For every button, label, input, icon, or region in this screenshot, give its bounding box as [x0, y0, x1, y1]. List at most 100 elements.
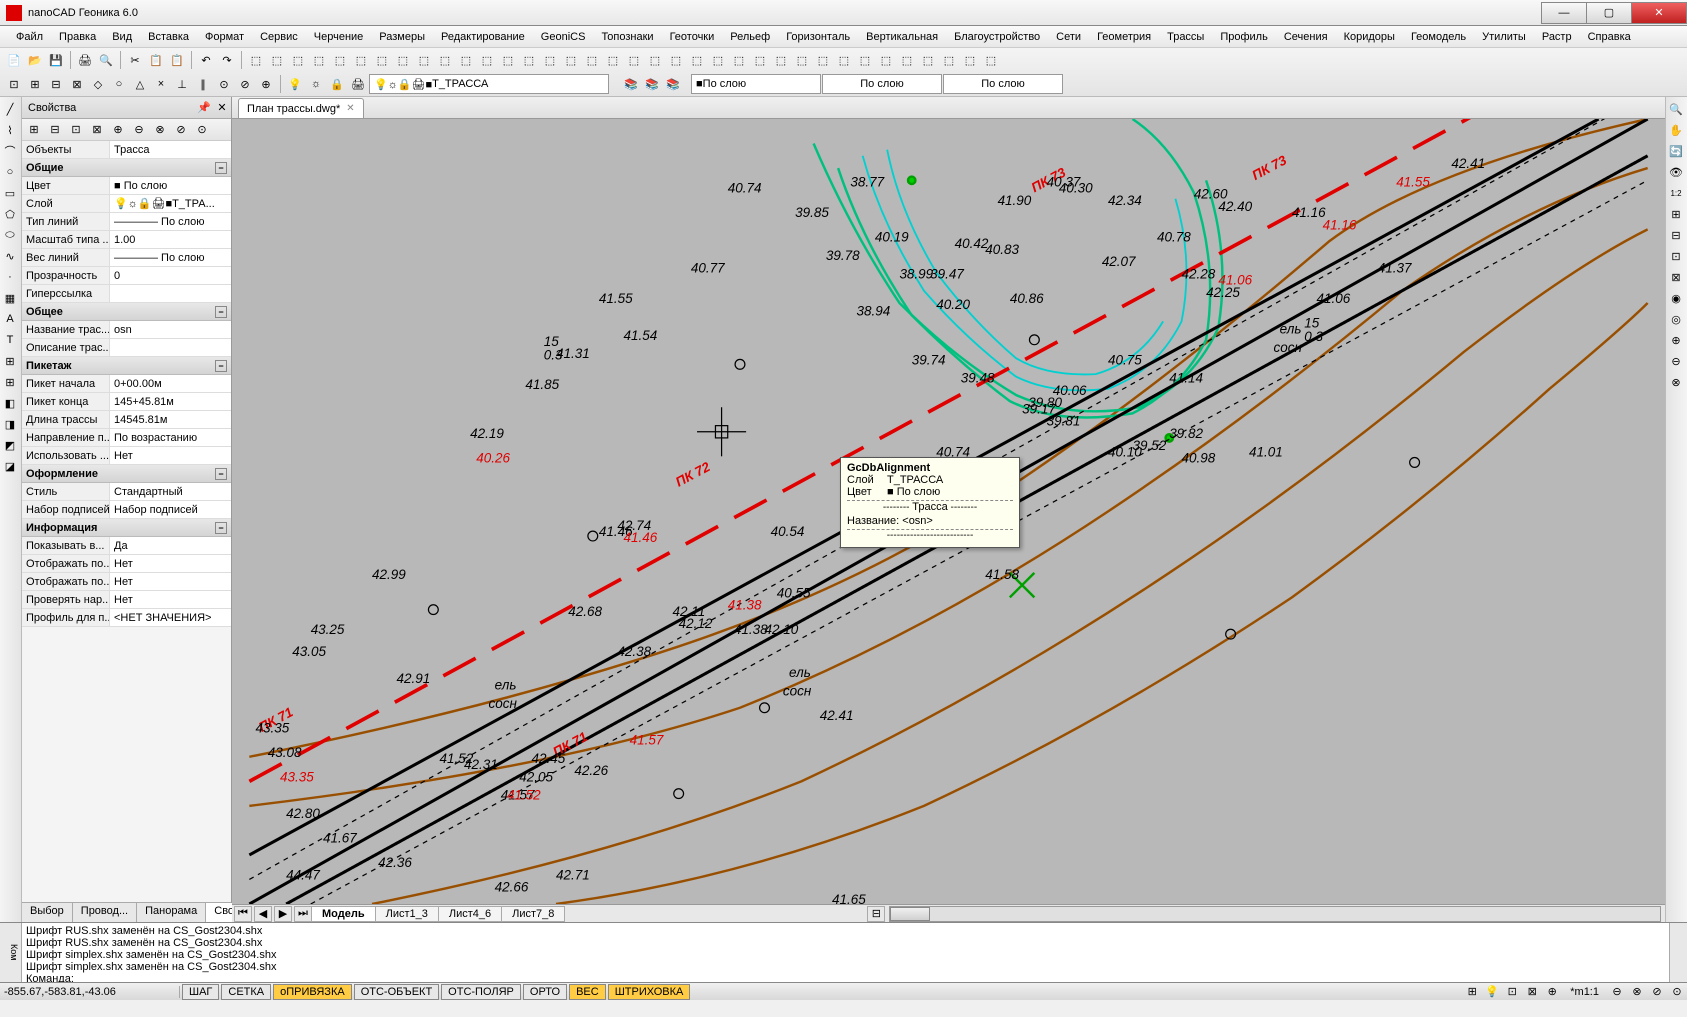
snap-icon[interactable]: ◇: [88, 74, 108, 94]
menu-рельеф[interactable]: Рельеф: [722, 28, 778, 46]
tab-nav-first-icon[interactable]: ⏮: [234, 906, 252, 922]
snap-icon[interactable]: ⊥: [172, 74, 192, 94]
draw-text-icon[interactable]: A: [0, 309, 20, 329]
new-icon[interactable]: 📄: [4, 50, 24, 70]
menu-профиль[interactable]: Профиль: [1212, 28, 1276, 46]
draw-tool-icon[interactable]: ◩: [0, 435, 20, 455]
draw-block-icon[interactable]: ⊞: [0, 351, 20, 371]
menu-геомодель[interactable]: Геомодель: [1403, 28, 1474, 46]
snap-icon[interactable]: ⊙: [214, 74, 234, 94]
draw-spline-icon[interactable]: ∿: [0, 246, 20, 266]
tool-icon[interactable]: ⬚: [666, 50, 686, 70]
view-tool-icon[interactable]: ⊡: [1666, 246, 1686, 266]
menu-черчение[interactable]: Черчение: [306, 28, 372, 46]
prop-tool-icon[interactable]: ⊙: [192, 120, 212, 140]
tool-icon[interactable]: ⬚: [582, 50, 602, 70]
tab-close-icon[interactable]: ✕: [346, 103, 354, 114]
draw-point-icon[interactable]: ·: [0, 267, 20, 287]
snap-icon[interactable]: △: [130, 74, 150, 94]
menu-сети[interactable]: Сети: [1048, 28, 1089, 46]
preview-icon[interactable]: 🔍: [96, 50, 116, 70]
tool-icon[interactable]: ⬚: [519, 50, 539, 70]
tool-icon[interactable]: ⬚: [687, 50, 707, 70]
property-value[interactable]: Набор подписей: [110, 501, 231, 518]
menu-топознаки[interactable]: Топознаки: [593, 28, 661, 46]
menu-geonics[interactable]: GeoniCS: [533, 28, 594, 46]
property-value[interactable]: 0+00.00м: [110, 375, 231, 392]
props-tab[interactable]: Провод...: [73, 903, 137, 922]
drawing-canvas[interactable]: ПК 71 ПК 72 ПК 73 ПК 73 ПК 71 40.7439.85…: [232, 119, 1665, 904]
prop-tool-icon[interactable]: ⊖: [129, 120, 149, 140]
tool-icon[interactable]: ⬚: [876, 50, 896, 70]
tool-icon[interactable]: ⬚: [813, 50, 833, 70]
status-toggle-ОРТО[interactable]: ОРТО: [523, 984, 567, 1000]
command-prompt[interactable]: Команда:: [26, 973, 1665, 982]
tool-icon[interactable]: ⬚: [414, 50, 434, 70]
menu-файл[interactable]: Файл: [8, 28, 51, 46]
property-value[interactable]: ———— По слою: [110, 213, 231, 230]
draw-arc-icon[interactable]: ⌒: [0, 141, 20, 161]
draw-tool-icon[interactable]: ◨: [0, 414, 20, 434]
close-button[interactable]: ✕: [1631, 2, 1687, 24]
view-tool-icon[interactable]: ⊠: [1666, 267, 1686, 287]
view-icon[interactable]: 👁: [1666, 162, 1686, 182]
props-tab[interactable]: Панорама: [137, 903, 206, 922]
status-toggle-ОТС-ПОЛЯР[interactable]: ОТС-ПОЛЯР: [441, 984, 521, 1000]
prop-tool-icon[interactable]: ⊞: [24, 120, 44, 140]
status-toggle-ОТС-ОБЪЕКТ[interactable]: ОТС-ОБЪЕКТ: [354, 984, 439, 1000]
print-icon[interactable]: 🖨: [75, 50, 95, 70]
tool-icon[interactable]: ⬚: [771, 50, 791, 70]
tool-icon[interactable]: ⬚: [918, 50, 938, 70]
tool-icon[interactable]: ⬚: [246, 50, 266, 70]
property-value[interactable]: [110, 285, 231, 302]
scale-icon[interactable]: 1:2: [1666, 183, 1686, 203]
snap-icon[interactable]: ×: [151, 74, 171, 94]
tool-icon[interactable]: ⬚: [834, 50, 854, 70]
tool-icon[interactable]: ⬚: [393, 50, 413, 70]
menu-справка[interactable]: Справка: [1580, 28, 1639, 46]
object-value[interactable]: Трасса: [110, 141, 231, 158]
prop-tool-icon[interactable]: ⊘: [171, 120, 191, 140]
undo-icon[interactable]: ↶: [196, 50, 216, 70]
draw-pline-icon[interactable]: ⌇: [0, 120, 20, 140]
menu-утилиты[interactable]: Утилиты: [1474, 28, 1534, 46]
copy-icon[interactable]: 📋: [146, 50, 166, 70]
draw-rect-icon[interactable]: ▭: [0, 183, 20, 203]
redo-icon[interactable]: ↷: [217, 50, 237, 70]
tab-nav-last-icon[interactable]: ⏭: [294, 906, 312, 922]
menu-сечения[interactable]: Сечения: [1276, 28, 1336, 46]
layer-tool-icon[interactable]: 📚: [642, 74, 662, 94]
layer-icon[interactable]: ☼: [306, 74, 326, 94]
tool-icon[interactable]: ⬚: [960, 50, 980, 70]
layer-icon[interactable]: 🔒: [327, 74, 347, 94]
property-value[interactable]: 1.00: [110, 231, 231, 248]
layout-tab[interactable]: Лист7_8: [501, 906, 565, 922]
minimize-button[interactable]: —: [1541, 2, 1587, 24]
menu-горизонталь[interactable]: Горизонталь: [778, 28, 858, 46]
command-history[interactable]: Шрифт RUS.shx заменён на CS_Gost2304.shx…: [22, 923, 1669, 982]
menu-вертикальная[interactable]: Вертикальная: [858, 28, 946, 46]
menu-трассы[interactable]: Трассы: [1159, 28, 1212, 46]
maximize-button[interactable]: ▢: [1586, 2, 1632, 24]
view-tool-icon[interactable]: ◎: [1666, 309, 1686, 329]
view-tool-icon[interactable]: ⊗: [1666, 372, 1686, 392]
prop-section[interactable]: Пикетаж−: [22, 357, 231, 375]
property-value[interactable]: Да: [110, 537, 231, 554]
tool-icon[interactable]: ⬚: [351, 50, 371, 70]
status-icon[interactable]: ⊗: [1627, 982, 1647, 1002]
layout-tab[interactable]: Лист1_3: [375, 906, 439, 922]
property-value[interactable]: ———— По слою: [110, 249, 231, 266]
prop-tool-icon[interactable]: ⊗: [150, 120, 170, 140]
menu-формат[interactable]: Формат: [197, 28, 252, 46]
status-icon[interactable]: ⊠: [1522, 982, 1542, 1002]
snap-icon[interactable]: ⊘: [235, 74, 255, 94]
tool-icon[interactable]: ⬚: [729, 50, 749, 70]
tool-icon[interactable]: ⬚: [498, 50, 518, 70]
scale-display[interactable]: *m1:1: [1562, 986, 1607, 998]
snap-icon[interactable]: ⊞: [25, 74, 45, 94]
linetype-dropdown[interactable]: По слою: [822, 74, 942, 94]
menu-редактирование[interactable]: Редактирование: [433, 28, 533, 46]
orbit-icon[interactable]: 🔄: [1666, 141, 1686, 161]
draw-table-icon[interactable]: ⊞: [0, 372, 20, 392]
open-icon[interactable]: 📂: [25, 50, 45, 70]
